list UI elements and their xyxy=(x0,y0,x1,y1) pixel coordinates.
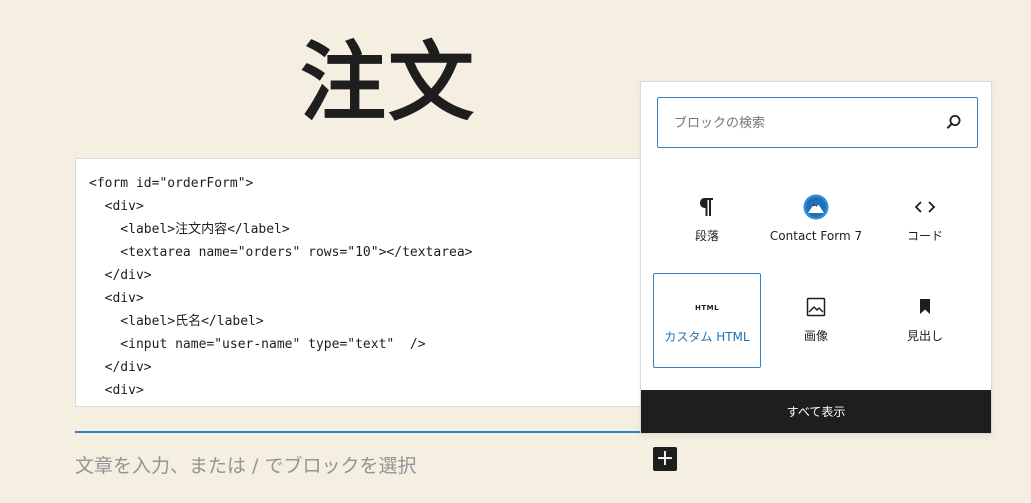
image-icon xyxy=(806,294,826,320)
block-label: 見出し xyxy=(906,329,943,343)
block-label: カスタム HTML xyxy=(664,330,750,344)
code-content[interactable]: <form id="orderForm"> <div> <label>注文内容<… xyxy=(76,159,641,406)
contact-form-7-icon xyxy=(803,194,829,220)
block-heading[interactable]: 見出し xyxy=(871,273,979,368)
editor-focus-line xyxy=(75,431,641,433)
block-label: コード xyxy=(906,229,943,243)
paragraph-icon xyxy=(698,194,716,220)
page-title[interactable]: 注文 xyxy=(300,28,476,138)
add-block-button[interactable]: + xyxy=(653,447,677,471)
block-search-box[interactable] xyxy=(657,97,978,148)
block-code[interactable]: コード xyxy=(871,173,979,268)
html-icon: HTML xyxy=(695,295,719,321)
block-image[interactable]: 画像 xyxy=(762,273,870,368)
block-search-input[interactable] xyxy=(658,98,946,148)
block-label: 画像 xyxy=(803,329,828,343)
block-inserter-popover: 段落 Contact Form 7 コード xyxy=(640,81,992,434)
block-custom-html[interactable]: HTML カスタム HTML xyxy=(653,273,761,368)
block-label: 段落 xyxy=(694,229,719,243)
html-icon-text: HTML xyxy=(694,304,720,312)
search-icon[interactable] xyxy=(945,113,963,131)
show-all-button[interactable]: すべて表示 xyxy=(641,390,991,433)
block-label: Contact Form 7 xyxy=(769,229,863,243)
bookmark-icon xyxy=(918,294,932,320)
block-paragraph[interactable]: 段落 xyxy=(653,173,761,268)
default-block-placeholder[interactable]: 文章を入力、または / でブロックを選択 xyxy=(75,451,416,478)
custom-html-code-block[interactable]: <form id="orderForm"> <div> <label>注文内容<… xyxy=(75,158,641,407)
block-contact-form-7[interactable]: Contact Form 7 xyxy=(762,173,870,268)
code-icon xyxy=(914,194,936,220)
